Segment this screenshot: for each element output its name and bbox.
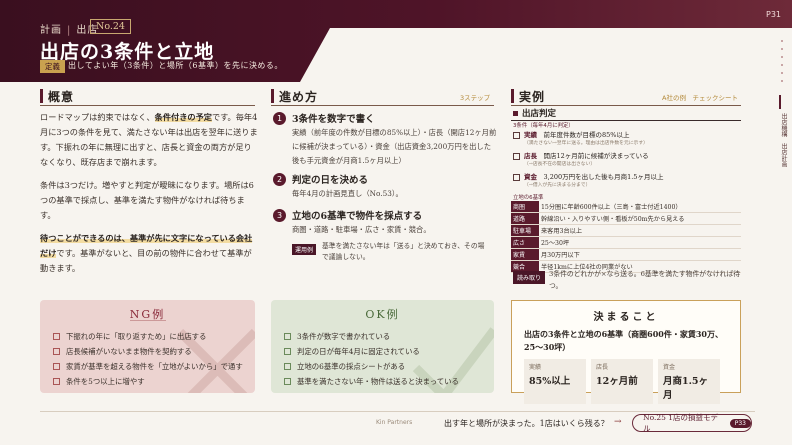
next-page-link[interactable]: No.25 1店の損益モデル P33 — [632, 413, 752, 433]
section-bar — [271, 89, 274, 103]
check-heading: 出店判定 — [513, 107, 556, 119]
ng-title: NG例 — [129, 308, 166, 321]
result-card: 資金 月商1.5ヶ月 — [658, 359, 720, 404]
section-title-gaiyo: 概意 — [48, 90, 75, 104]
ng-mark-icon — [53, 348, 60, 355]
slide: 計画 | 出店 No.24 出店の3条件と立地 定義 出してよい年（3条件）と場所（… — [0, 0, 792, 445]
checkbox[interactable] — [513, 132, 520, 139]
step-title: 判定の日を決める — [292, 175, 369, 186]
side-nav-item[interactable]: 出店計画 — [779, 143, 787, 167]
reading-tag: 読み取り — [513, 271, 546, 284]
section-title-jitsurei: 実例 — [519, 90, 546, 104]
usage-note: 基準を満たさない年は「送る」と決めておき、その場で議論しない。 — [322, 242, 485, 261]
check-icon — [284, 378, 291, 385]
step-body: 商圏・道路・駐車場・広さ・家賃・競合。 — [292, 225, 431, 234]
step-body: 実績（前年度の件数が目標の85%以上）・店長（開店12ヶ月前に候補が決まっている… — [292, 128, 497, 165]
result-card: 実績 85%以上 — [524, 359, 586, 404]
decide-title: 決まること — [593, 312, 659, 323]
divider — [511, 105, 741, 106]
check-list: 実績 前年度件数が目標の85%以上 （満たさない→翌年に送る。理由は出店件数を元に… — [513, 129, 741, 192]
arrow-right-icon: → — [614, 417, 622, 427]
chapter-badge: No.24 — [90, 19, 131, 34]
gaiyo-para-1: ロードマップは約束ではなく、条件付きの予定です。毎年4月に3つの条件を見て、満た… — [40, 112, 258, 167]
divider — [271, 105, 494, 106]
table-row: 道路 幹線沿い・入りやすい側・看板が50m先から見える — [511, 212, 741, 225]
ng-mark-icon — [53, 363, 60, 370]
list-item: 条件を5つ以上に増やす — [53, 374, 255, 389]
footer-question: 出す年と場所が決まった。1店はいくら残る？ — [444, 419, 609, 428]
section-bar — [511, 89, 514, 103]
step-number: 1 — [273, 112, 286, 125]
section-sub: A社の例 チェックシート — [662, 94, 738, 102]
ok-panel: OK例 3条件が数字で書かれている 判定の日が毎年4月に固定されている 立地の6… — [271, 300, 494, 393]
definition-tag: 定義 — [40, 60, 65, 73]
table-sub: 立地の6基準 — [513, 195, 544, 201]
ng-mark-icon — [53, 333, 60, 340]
table-row: 駐車場 来客用3台以上 — [511, 224, 741, 237]
check-sub: 3条件（毎年4月に判定） — [513, 123, 574, 129]
reading-note: 3条件のどれかが×なら送る。6基準を満たす物件がなければ待つ。 — [549, 270, 741, 290]
decide-panel: 決まること 出店の3条件と立地の6基準（商圏600件・家賃30万、25〜30坪）… — [511, 300, 741, 404]
step-title: 立地の6基準で物件を採点する — [292, 211, 423, 222]
step-number: 2 — [273, 173, 286, 186]
table-row: 商圏 15分圏に年齢600件以上（三島・富士付近1400） — [511, 201, 741, 213]
step-number: 3 — [273, 209, 286, 222]
checkbox[interactable] — [513, 153, 520, 160]
ng-panel: NG例 下振れの年に「取り返すため」に出店する 店長候補がいないまま物件を契約す… — [40, 300, 255, 393]
side-nav[interactable]: 出店機構 出店計画 — [779, 95, 787, 167]
brand-mark: Kin Partners — [376, 419, 413, 426]
side-nav-item[interactable]: 出店機構 — [779, 113, 787, 137]
list-item: 下振れの年に「取り返すため」に出店する — [53, 329, 255, 344]
result-card: 店長 12ヶ月前 — [591, 359, 653, 404]
checkbox[interactable] — [513, 174, 520, 181]
list-item: 3条件が数字で書かれている — [284, 329, 494, 344]
gaiyo-para-3: 待つことができるのは、基準が先に文字になっている会社だけです。基準がないと、目の… — [40, 233, 253, 273]
list-item: 判定の日が毎年4月に固定されている — [284, 344, 494, 359]
list-item: 家賃が基準を超える物件を「立地がよいから」で通す — [53, 359, 255, 374]
usage-tag: 運用例 — [292, 244, 317, 255]
table-row: 広さ 25〜30坪 — [511, 236, 741, 249]
divider — [40, 105, 255, 106]
nav-dots — [781, 40, 783, 88]
section-bar — [40, 89, 43, 103]
step-title: 3条件を数字で書く — [292, 114, 375, 125]
ok-title: OK例 — [365, 308, 400, 321]
section-title-susumekata: 進め方 — [279, 90, 319, 104]
step-body: 毎年4月の計画見直し（No.53）。 — [292, 189, 403, 198]
table-row: 家賃 月30万円以下 — [511, 248, 741, 261]
page-number: P31 — [766, 10, 782, 19]
criteria-table: 商圏 15分圏に年齢600件以上（三島・富士付近1400） 道路 幹線沿い・入りやす… — [511, 201, 741, 273]
list-item: 店長候補がいないまま物件を契約する — [53, 344, 255, 359]
check-icon — [284, 363, 291, 370]
gaiyo-para-2: 条件は3つだけ。増やすと判定が曖昧になります。場所は6つの基準で採点し、基準を満… — [40, 180, 254, 220]
section-sub: 3ステップ — [460, 94, 491, 102]
check-icon — [284, 333, 291, 340]
next-page-badge: P33 — [729, 418, 751, 428]
ng-mark-icon — [53, 378, 60, 385]
decide-text: 出店の3条件と立地の6基準（商圏600件・家賃30万、25〜30坪） — [524, 329, 723, 352]
definition-text: 出してよい年（3条件）と場所（6基準）を先に決める。 — [68, 61, 283, 70]
list-item: 立地の6基準の採点シートがある — [284, 359, 494, 374]
list-item: 基準を満たさない年・物件は送ると決まっている — [284, 374, 494, 389]
check-icon — [284, 348, 291, 355]
